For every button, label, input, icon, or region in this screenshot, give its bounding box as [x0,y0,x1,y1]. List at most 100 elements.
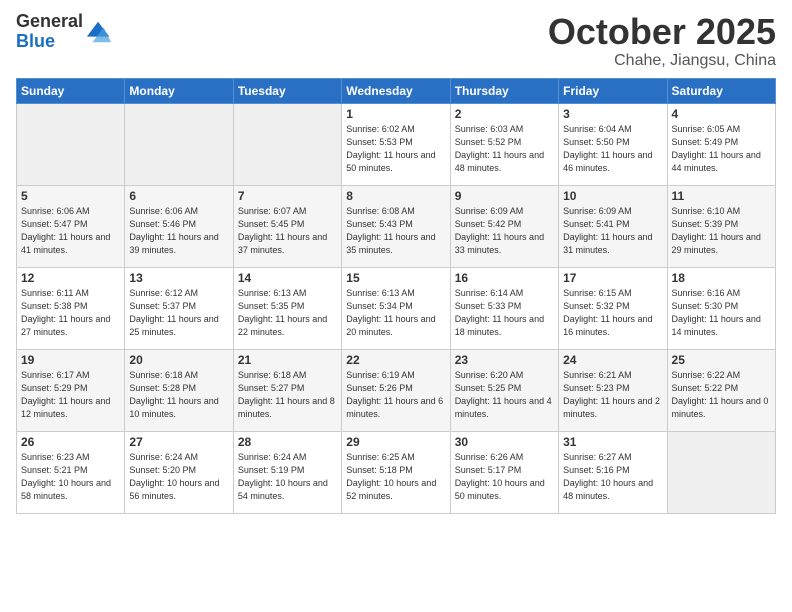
day-number: 28 [238,435,337,449]
calendar-day-cell [233,103,341,185]
calendar-day-header: Friday [559,78,667,103]
day-number: 11 [672,189,771,203]
calendar-day-cell: 5Sunrise: 6:06 AM Sunset: 5:47 PM Daylig… [17,185,125,267]
calendar-day-cell: 1 Sunrise: 6:02 AM Sunset: 5:53 PM Daylig… [342,103,450,185]
logo: General Blue [16,12,113,52]
calendar-day-cell [17,103,125,185]
day-info: Sunrise: 6:07 AM Sunset: 5:45 PM Dayligh… [238,205,337,257]
day-number: 25 [672,353,771,367]
day-info: Sunrise: 6:26 AM Sunset: 5:17 PM Dayligh… [455,451,554,503]
day-number: 2 [455,107,554,121]
day-info: Sunrise: 6:18 AM Sunset: 5:27 PM Dayligh… [238,369,337,421]
day-number: 3 [563,107,662,121]
calendar-day-cell: 3 Sunrise: 6:04 AM Sunset: 5:50 PM Daylig… [559,103,667,185]
calendar-day-cell [125,103,233,185]
logo-general: General [16,12,83,32]
day-number: 22 [346,353,445,367]
calendar-day-cell: 6 Sunrise: 6:06 AM Sunset: 5:46 PM Daylig… [125,185,233,267]
day-number: 14 [238,271,337,285]
calendar-day-cell: 25 Sunrise: 6:22 AM Sunset: 5:22 PM Dayli… [667,349,775,431]
day-info: Sunrise: 6:27 AM Sunset: 5:16 PM Dayligh… [563,451,662,503]
calendar-day-cell: 23 Sunrise: 6:20 AM Sunset: 5:25 PM Dayli… [450,349,558,431]
calendar-day-cell: 30Sunrise: 6:26 AM Sunset: 5:17 PM Dayli… [450,431,558,513]
calendar-day-cell: 27 Sunrise: 6:24 AM Sunset: 5:20 PM Dayli… [125,431,233,513]
day-number: 27 [129,435,228,449]
day-number: 15 [346,271,445,285]
calendar-day-cell: 4 Sunrise: 6:05 AM Sunset: 5:49 PM Daylig… [667,103,775,185]
day-info: Sunrise: 6:22 AM Sunset: 5:22 PM Dayligh… [672,369,771,421]
day-number: 23 [455,353,554,367]
calendar-week-row: 26Sunrise: 6:23 AM Sunset: 5:21 PM Dayli… [17,431,776,513]
calendar-day-header: Saturday [667,78,775,103]
logo-icon [85,18,113,46]
day-info: Sunrise: 6:09 AM Sunset: 5:42 PM Dayligh… [455,205,554,257]
day-info: Sunrise: 6:15 AM Sunset: 5:32 PM Dayligh… [563,287,662,339]
day-number: 13 [129,271,228,285]
day-info: Sunrise: 6:12 AM Sunset: 5:37 PM Dayligh… [129,287,228,339]
day-number: 6 [129,189,228,203]
day-info: Sunrise: 6:24 AM Sunset: 5:20 PM Dayligh… [129,451,228,503]
calendar-day-cell: 7 Sunrise: 6:07 AM Sunset: 5:45 PM Daylig… [233,185,341,267]
day-number: 8 [346,189,445,203]
calendar-day-header: Monday [125,78,233,103]
day-info: Sunrise: 6:06 AM Sunset: 5:46 PM Dayligh… [129,205,228,257]
day-info: Sunrise: 6:10 AM Sunset: 5:39 PM Dayligh… [672,205,771,257]
day-number: 17 [563,271,662,285]
day-number: 18 [672,271,771,285]
calendar-table: SundayMondayTuesdayWednesdayThursdayFrid… [16,78,776,514]
calendar-day-cell: 14 Sunrise: 6:13 AM Sunset: 5:35 PM Dayli… [233,267,341,349]
day-info: Sunrise: 6:08 AM Sunset: 5:43 PM Dayligh… [346,205,445,257]
day-number: 29 [346,435,445,449]
day-info: Sunrise: 6:11 AM Sunset: 5:38 PM Dayligh… [21,287,120,339]
day-info: Sunrise: 6:02 AM Sunset: 5:53 PM Dayligh… [346,123,445,175]
day-number: 16 [455,271,554,285]
day-info: Sunrise: 6:18 AM Sunset: 5:28 PM Dayligh… [129,369,228,421]
calendar-day-cell: 24Sunrise: 6:21 AM Sunset: 5:23 PM Dayli… [559,349,667,431]
day-info: Sunrise: 6:13 AM Sunset: 5:35 PM Dayligh… [238,287,337,339]
day-number: 7 [238,189,337,203]
calendar-day-cell: 22 Sunrise: 6:19 AM Sunset: 5:26 PM Dayli… [342,349,450,431]
day-number: 5 [21,189,120,203]
day-info: Sunrise: 6:20 AM Sunset: 5:25 PM Dayligh… [455,369,554,421]
calendar-day-cell: 26Sunrise: 6:23 AM Sunset: 5:21 PM Dayli… [17,431,125,513]
day-number: 10 [563,189,662,203]
calendar-week-row: 12 Sunrise: 6:11 AM Sunset: 5:38 PM Dayli… [17,267,776,349]
day-number: 12 [21,271,120,285]
day-number: 1 [346,107,445,121]
calendar-day-header: Thursday [450,78,558,103]
day-number: 9 [455,189,554,203]
day-number: 31 [563,435,662,449]
calendar-day-cell: 31 Sunrise: 6:27 AM Sunset: 5:16 PM Dayli… [559,431,667,513]
calendar-day-cell: 13 Sunrise: 6:12 AM Sunset: 5:37 PM Dayli… [125,267,233,349]
day-number: 24 [563,353,662,367]
calendar-day-cell: 19Sunrise: 6:17 AM Sunset: 5:29 PM Dayli… [17,349,125,431]
day-number: 21 [238,353,337,367]
calendar-day-cell: 12 Sunrise: 6:11 AM Sunset: 5:38 PM Dayli… [17,267,125,349]
calendar-day-header: Sunday [17,78,125,103]
page: General Blue October 2025 Chahe, Jiangsu… [0,0,792,612]
calendar-week-row: 19Sunrise: 6:17 AM Sunset: 5:29 PM Dayli… [17,349,776,431]
calendar-day-cell: 15Sunrise: 6:13 AM Sunset: 5:34 PM Dayli… [342,267,450,349]
calendar-day-cell [667,431,775,513]
day-number: 4 [672,107,771,121]
calendar-day-cell: 20 Sunrise: 6:18 AM Sunset: 5:28 PM Dayli… [125,349,233,431]
day-info: Sunrise: 6:23 AM Sunset: 5:21 PM Dayligh… [21,451,120,503]
calendar-day-cell: 28 Sunrise: 6:24 AM Sunset: 5:19 PM Dayli… [233,431,341,513]
header: General Blue October 2025 Chahe, Jiangsu… [16,12,776,70]
day-info: Sunrise: 6:05 AM Sunset: 5:49 PM Dayligh… [672,123,771,175]
day-number: 20 [129,353,228,367]
calendar-day-cell: 10Sunrise: 6:09 AM Sunset: 5:41 PM Dayli… [559,185,667,267]
calendar-day-cell: 8 Sunrise: 6:08 AM Sunset: 5:43 PM Daylig… [342,185,450,267]
calendar-day-cell: 21 Sunrise: 6:18 AM Sunset: 5:27 PM Dayli… [233,349,341,431]
day-number: 19 [21,353,120,367]
day-info: Sunrise: 6:04 AM Sunset: 5:50 PM Dayligh… [563,123,662,175]
calendar-header-row: SundayMondayTuesdayWednesdayThursdayFrid… [17,78,776,103]
day-info: Sunrise: 6:19 AM Sunset: 5:26 PM Dayligh… [346,369,445,421]
logo-blue: Blue [16,32,83,52]
title-block: October 2025 Chahe, Jiangsu, China [548,12,776,70]
calendar-day-cell: 9 Sunrise: 6:09 AM Sunset: 5:42 PM Daylig… [450,185,558,267]
day-info: Sunrise: 6:24 AM Sunset: 5:19 PM Dayligh… [238,451,337,503]
calendar-day-cell: 29Sunrise: 6:25 AM Sunset: 5:18 PM Dayli… [342,431,450,513]
calendar-day-header: Tuesday [233,78,341,103]
day-info: Sunrise: 6:03 AM Sunset: 5:52 PM Dayligh… [455,123,554,175]
